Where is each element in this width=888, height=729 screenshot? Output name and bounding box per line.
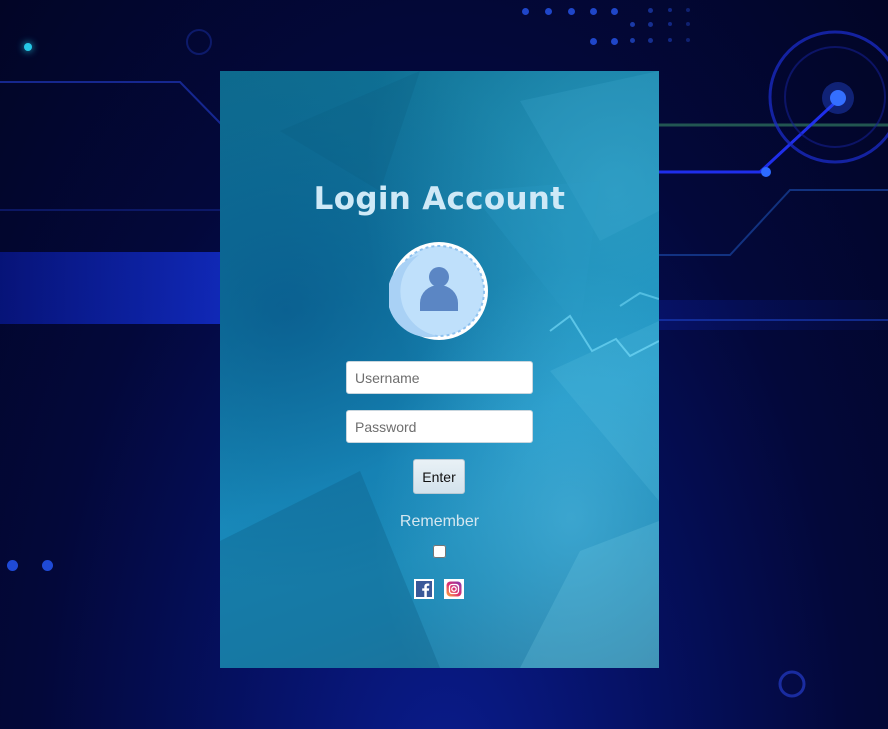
remember-checkbox[interactable]: [433, 545, 446, 558]
background-dot: [668, 38, 672, 42]
login-card: Login Account Enter Remember: [220, 71, 659, 668]
background-dot: [630, 22, 635, 27]
password-input[interactable]: [346, 410, 533, 443]
background-dot: [686, 38, 690, 42]
background-dot: [648, 8, 653, 13]
facebook-icon: [416, 581, 432, 597]
facebook-link[interactable]: [414, 579, 434, 599]
user-avatar-icon: [389, 242, 488, 340]
background-dot: [648, 38, 653, 43]
background-dot: [24, 43, 32, 51]
background-dot: [590, 8, 597, 15]
background-dot: [686, 8, 690, 12]
instagram-link[interactable]: [444, 579, 464, 599]
background-dot: [522, 8, 529, 15]
background-dot: [545, 8, 552, 15]
background-dot: [686, 22, 690, 26]
background-dot: [42, 560, 53, 571]
background-dot: [648, 22, 653, 27]
background-dot: [7, 560, 18, 571]
username-input[interactable]: [346, 361, 533, 394]
remember-label: Remember: [399, 513, 480, 530]
instagram-icon: [446, 581, 462, 597]
page-title: Login Account: [313, 181, 566, 217]
background-dot: [668, 22, 672, 26]
background-dot: [568, 8, 575, 15]
background-dot: [611, 38, 618, 45]
background-dot: [630, 38, 635, 43]
background-dot: [668, 8, 672, 12]
background-dot: [590, 38, 597, 45]
enter-button[interactable]: Enter: [413, 459, 465, 494]
background-dot: [611, 8, 618, 15]
